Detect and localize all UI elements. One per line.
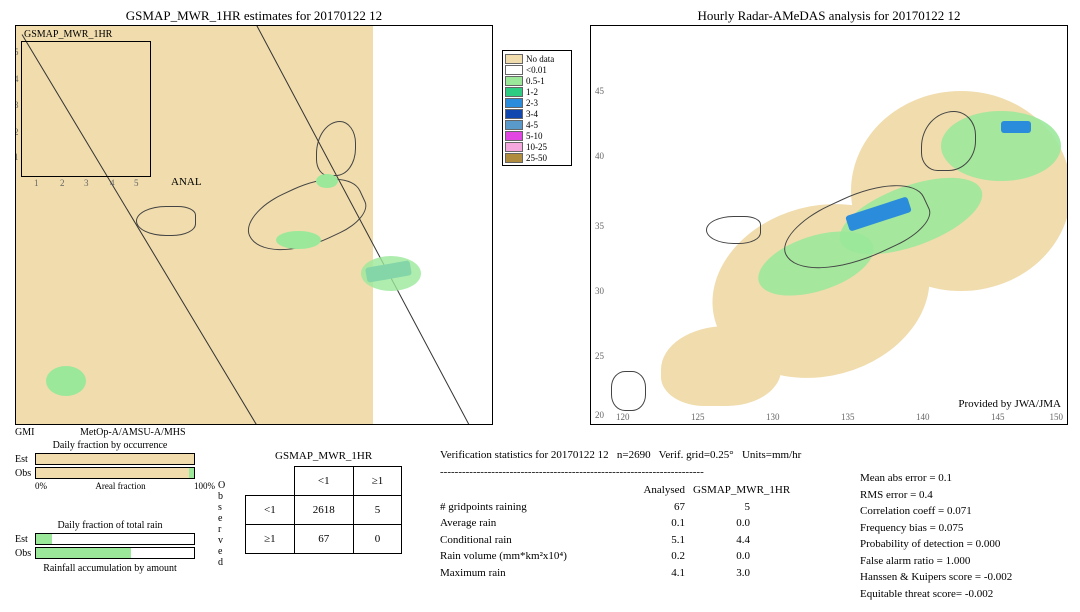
contingency-table: GSMAP_MWR_1HR <1 ≥1 <1 2618 5 ≥1 67 0 [245, 450, 402, 554]
left-map-body: GSMAP_MWR_1HR 5 4 3 2 1 1 2 3 4 5 ANAL [16, 26, 492, 424]
metric-item: Hanssen & Kuipers score = -0.002 [860, 569, 1012, 586]
metric-item: Mean abs error = 0.1 [860, 470, 1012, 487]
metric-item: RMS error = 0.4 [860, 487, 1012, 504]
observed-axis-label: Observed [218, 480, 225, 568]
stats-row: Rain volume (mm*km²x10⁴)0.20.0 [440, 548, 840, 565]
ct-cell-12: 5 [353, 496, 402, 525]
right-map-panel: Hourly Radar-AMeDAS analysis for 2017012… [590, 25, 1068, 425]
provided-by: Provided by JWA/JMA [958, 398, 1061, 410]
legend-item: 5-10 [505, 130, 569, 141]
metric-item: Correlation coeff = 0.071 [860, 503, 1012, 520]
stats-row: Average rain0.10.0 [440, 515, 840, 532]
left-map-title: GSMAP_MWR_1HR estimates for 20170122 12 [16, 8, 492, 24]
legend-item: 4-5 [505, 119, 569, 130]
left-footer-gmi: GMI [15, 427, 34, 438]
anal-label: ANAL [171, 176, 202, 188]
right-map-body: 45 40 35 30 25 20 120 125 130 135 140 14… [591, 26, 1067, 424]
bar-panel-occurrence: Daily fraction by occurrence Est Obs 0% … [15, 440, 205, 491]
stats-row: Maximum rain4.13.0 [440, 565, 840, 582]
stats-row: Conditional rain5.14.4 [440, 532, 840, 549]
bar-title-2: Daily fraction of total rain [15, 520, 205, 531]
bar-title-1: Daily fraction by occurrence [15, 440, 205, 451]
metric-item: Probability of detection = 0.000 [860, 536, 1012, 553]
legend-item: 2-3 [505, 97, 569, 108]
bar-panel-totalrain: Daily fraction of total rain Est Obs Rai… [15, 520, 205, 574]
right-map-title: Hourly Radar-AMeDAS analysis for 2017012… [591, 8, 1067, 24]
legend-item: 10-25 [505, 141, 569, 152]
legend-item: 3-4 [505, 108, 569, 119]
metrics-list: Mean abs error = 0.1RMS error = 0.4Corre… [860, 470, 1012, 602]
inset-label: GSMAP_MWR_1HR [24, 29, 112, 40]
legend-item: 1-2 [505, 86, 569, 97]
legend-item: <0.01 [505, 64, 569, 75]
ct-cell-21: 67 [294, 525, 353, 554]
left-map-panel: GSMAP_MWR_1HR estimates for 20170122 12 … [15, 25, 493, 425]
inset-box: GSMAP_MWR_1HR 5 4 3 2 1 1 2 3 4 5 [21, 41, 151, 177]
stats-row: # gridpoints raining675 [440, 499, 840, 516]
left-footer-metop: MetOp-A/AMSU-A/MHS [80, 427, 186, 438]
bar-caption-3: Rainfall accumulation by amount [15, 563, 205, 574]
metric-item: Frequency bias = 0.075 [860, 520, 1012, 537]
verification-stats: Verification statistics for 20170122 12 … [440, 447, 840, 581]
legend-item: No data [505, 53, 569, 64]
legend-item: 25-50 [505, 152, 569, 163]
legend-item: 0.5-1 [505, 75, 569, 86]
color-legend: No data<0.010.5-11-22-33-44-55-1010-2525… [502, 50, 572, 166]
ct-cell-22: 0 [353, 525, 402, 554]
metric-item: False alarm ratio = 1.000 [860, 553, 1012, 570]
metric-item: Equitable threat score= -0.002 [860, 586, 1012, 603]
ct-cell-11: 2618 [294, 496, 353, 525]
